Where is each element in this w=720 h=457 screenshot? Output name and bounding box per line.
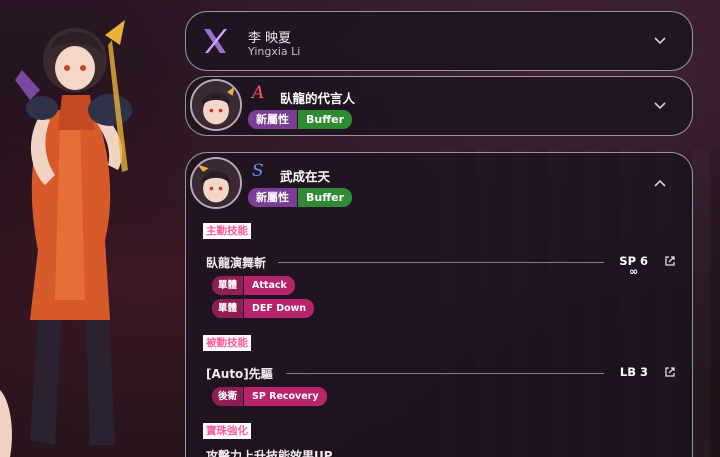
external-link-icon[interactable]	[664, 255, 676, 267]
chevron-down-icon[interactable]	[654, 101, 666, 113]
passive-skill-cost: LB 3	[619, 365, 648, 379]
effect-type: SP Recovery	[244, 387, 327, 406]
character-artwork	[0, 0, 185, 457]
character-name-en: Yingxia Li	[248, 45, 301, 58]
rank-label-a: A	[252, 83, 265, 103]
external-link-icon[interactable]	[664, 366, 676, 378]
active-skill-row: 臥龍演舞斬 SP 6 ∞	[206, 254, 678, 277]
effect-type: Attack	[244, 276, 295, 295]
attribute-tag: 新屬性	[248, 110, 297, 129]
avatar	[190, 157, 242, 209]
active-skill-header: 主動技能	[203, 223, 251, 239]
style-title-a: 臥龍的代言人	[280, 91, 356, 106]
style-card-s[interactable]: S 武成在天 新屬性 Buffer 主動技能 臥龍演舞斬 SP 6 ∞ 單體 A…	[185, 152, 693, 457]
effect-target: 後衛	[212, 387, 244, 406]
role-tag: Buffer	[298, 188, 353, 207]
style-title-s: 武成在天	[280, 169, 331, 184]
style-card-a[interactable]: A 臥龍的代言人 新屬性 Buffer	[185, 76, 693, 136]
jewel-header: 寶珠強化	[203, 423, 251, 439]
active-skill-cost: SP 6 ∞	[619, 254, 648, 278]
character-header-panel[interactable]: 李 映夏 Yingxia Li	[185, 11, 693, 71]
divider	[278, 262, 604, 263]
style-tags-s: 新屬性 Buffer	[248, 188, 353, 207]
passive-skill-header: 被動技能	[203, 335, 251, 351]
passive-skill-row: [Auto]先驅 LB 3	[206, 365, 678, 381]
skill-cost-sub: ∞	[629, 265, 639, 278]
character-name-cn: 李 映夏	[248, 31, 292, 46]
effect-target: 單體	[212, 299, 244, 318]
chevron-up-icon[interactable]	[654, 178, 666, 190]
passive-skill-name: [Auto]先驅	[206, 367, 273, 381]
skill-effect: 單體 Attack	[212, 276, 295, 295]
effect-type: DEF Down	[244, 299, 315, 318]
role-tag: Buffer	[298, 110, 353, 129]
attribute-tag: 新屬性	[248, 188, 297, 207]
style-tags-a: 新屬性 Buffer	[248, 110, 353, 129]
jewel-skill-row: 攻擊力上升技能效果UP	[206, 447, 678, 457]
jewel-skill-name: 攻擊力上升技能效果UP	[206, 449, 333, 457]
skill-effect: 後衛 SP Recovery	[212, 387, 327, 406]
x-logo-icon	[204, 29, 227, 53]
avatar	[190, 79, 242, 131]
chevron-down-icon[interactable]	[654, 36, 666, 48]
active-skill-name: 臥龍演舞斬	[206, 256, 267, 270]
rank-label-s: S	[252, 161, 264, 181]
skill-effect: 單體 DEF Down	[212, 299, 315, 318]
divider	[286, 373, 604, 374]
effect-target: 單體	[212, 276, 244, 295]
